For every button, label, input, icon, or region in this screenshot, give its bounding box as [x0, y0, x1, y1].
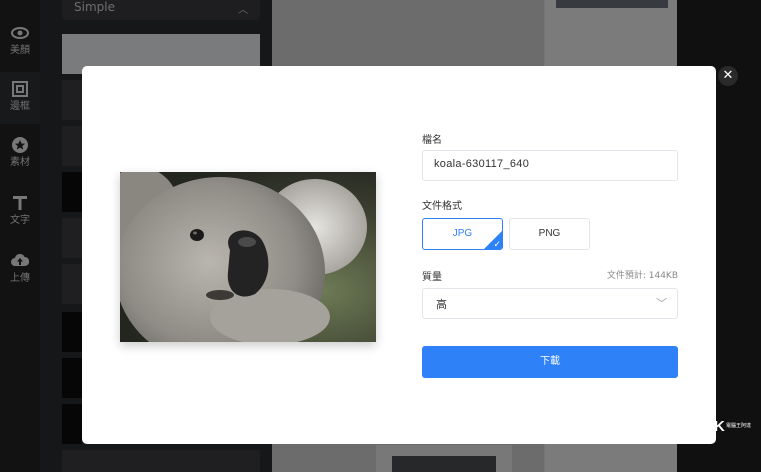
checkmark-icon: ✓	[493, 239, 501, 249]
watermark-text: 電腦王阿達	[726, 423, 752, 429]
close-button[interactable]: ✕	[718, 66, 738, 86]
download-dialog: 檔名 koala-630117_640 文件格式 JPG ✓ PNG 質量 文件…	[82, 66, 716, 444]
watermark-brand: K	[714, 418, 725, 435]
filename-label: 檔名	[422, 135, 442, 146]
format-option-label: PNG	[538, 228, 561, 239]
format-option-jpg[interactable]: JPG ✓	[422, 218, 503, 250]
close-icon: ✕	[722, 68, 734, 83]
quality-select[interactable]: 高 ﹀	[422, 288, 678, 319]
filename-input[interactable]: koala-630117_640	[422, 150, 678, 181]
koala-photo	[120, 172, 376, 342]
download-button[interactable]: 下載	[422, 346, 678, 378]
format-option-png[interactable]: PNG	[509, 218, 590, 250]
estimated-size: 文件預計: 144KB	[606, 271, 678, 281]
format-option-label: JPG	[452, 228, 473, 239]
watermark-logo: K 電腦王阿達	[714, 418, 751, 435]
quality-value: 高	[436, 298, 447, 311]
image-preview	[120, 172, 376, 342]
chevron-down-icon: ﹀	[656, 297, 667, 310]
export-form: 檔名 koala-630117_640 文件格式 JPG ✓ PNG 質量 文件…	[422, 66, 678, 444]
quality-label: 質量	[422, 272, 442, 283]
format-label: 文件格式	[422, 201, 462, 212]
